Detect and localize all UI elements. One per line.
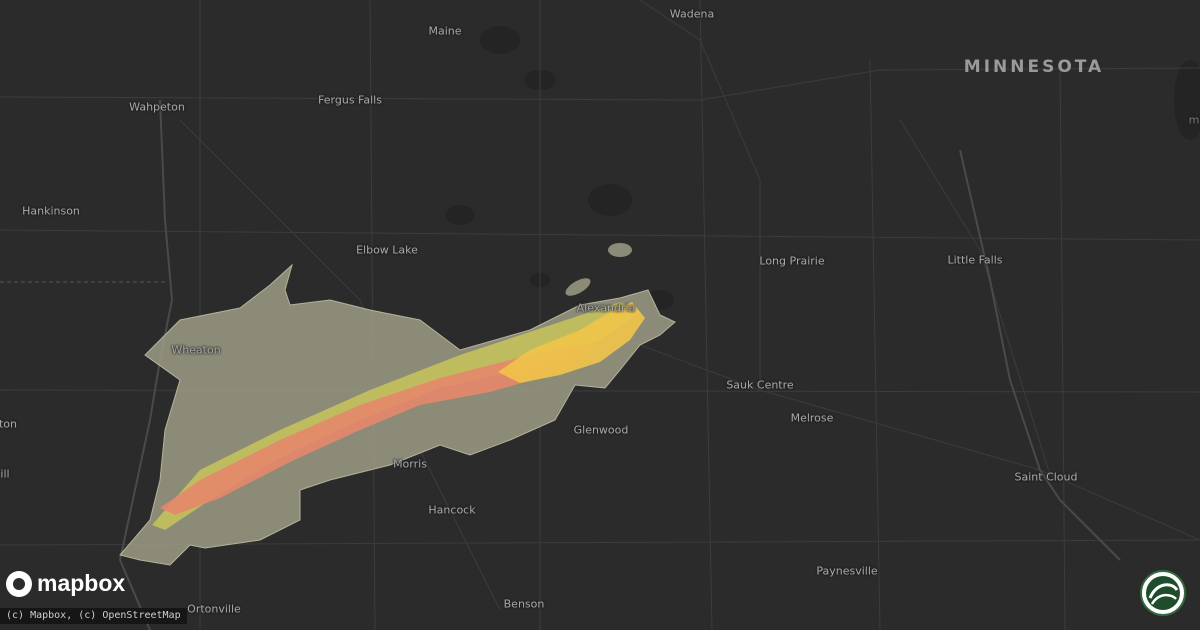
city-label-morris: Morris [393, 457, 427, 471]
swath-islet-2 [608, 243, 632, 257]
mapbox-logo[interactable]: mapbox [6, 570, 125, 597]
city-label-left-ton: ton [0, 417, 18, 431]
mapbox-icon [6, 570, 32, 597]
city-label-melrose: Melrose [790, 411, 834, 425]
state-label: MINNESOTA [963, 57, 1105, 77]
mississippi-river [959, 149, 1121, 561]
brand-icon-graphic [1146, 576, 1180, 610]
city-label-elbow-lake: Elbow Lake [356, 243, 418, 257]
hail-swath [119, 243, 676, 566]
city-label-fergus-falls: Fergus Falls [318, 93, 382, 107]
swath-islet-1 [565, 278, 591, 296]
map-attribution[interactable]: (c) Mapbox, (c) OpenStreetMap [0, 608, 187, 624]
city-label-alexandria: Alexandria [576, 301, 636, 315]
city-label-wahpeton: Wahpeton [129, 100, 185, 114]
city-label-ortonville: Ortonville [187, 602, 241, 616]
city-label-sauk-centre: Sauk Centre [726, 378, 794, 392]
city-label-maine: Maine [428, 24, 462, 38]
map-basemap [0, 0, 1200, 630]
city-label-little-falls: Little Falls [947, 253, 1003, 267]
city-label-paynesville: Paynesville [816, 564, 878, 578]
city-label-benson: Benson [503, 597, 545, 611]
city-label-long-prairie: Long Prairie [759, 254, 825, 268]
city-label-left-ill: ill [0, 467, 10, 481]
edge-label: m [1188, 113, 1200, 127]
city-label-saint-cloud: Saint Cloud [1014, 470, 1078, 484]
city-label-glenwood: Glenwood [573, 423, 629, 437]
city-label-hancock: Hancock [428, 503, 476, 517]
city-label-wadena: Wadena [669, 7, 715, 21]
city-label-wheaton: Wheaton [171, 343, 221, 357]
map-canvas[interactable]: MINNESOTA m Wadena Maine Wahpeton Fergus… [0, 0, 1200, 630]
mapbox-logo-text: mapbox [37, 570, 126, 596]
city-label-hankinson: Hankinson [22, 204, 80, 218]
leaf-globe-icon [1140, 570, 1186, 616]
